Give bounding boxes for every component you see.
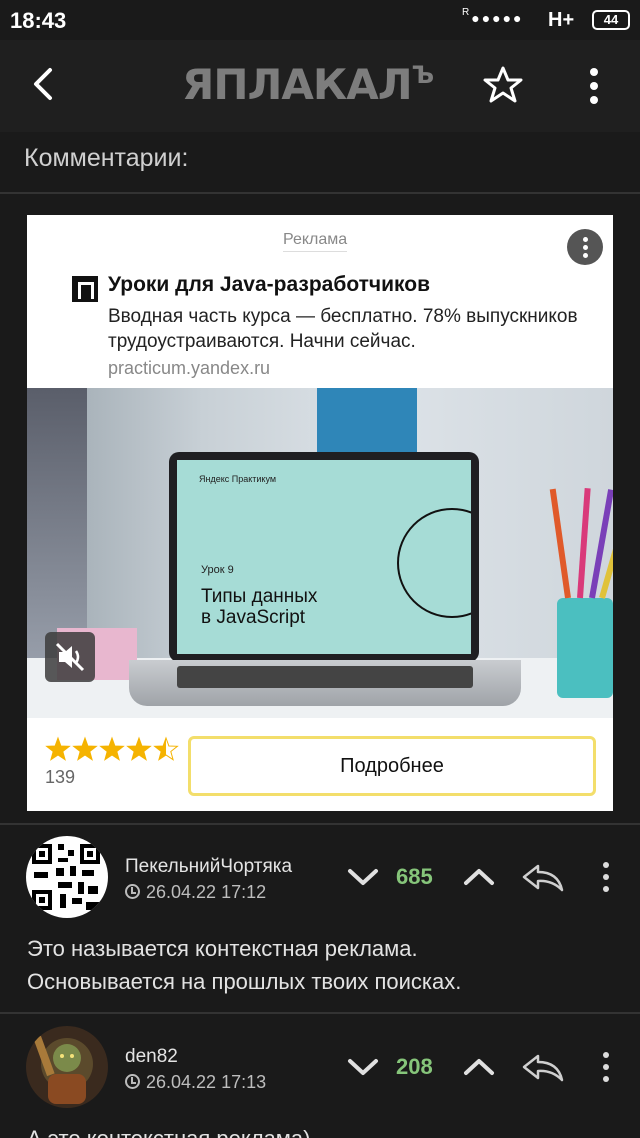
- reply-icon: [522, 864, 564, 892]
- reply-button[interactable]: [520, 860, 566, 894]
- divider: [0, 192, 640, 194]
- chevron-up-icon: [464, 869, 494, 885]
- battery-icon: 44: [592, 10, 630, 30]
- comment-text-line2: Основывается на прошлых твоих поисках.: [27, 969, 462, 994]
- divider: [0, 823, 640, 825]
- ad-block[interactable]: Реклама Уроки для Java-разработчиков Вво…: [27, 215, 613, 811]
- status-bar: 18:43 R●●●●● H+ 44: [0, 0, 640, 40]
- roaming-indicator: R: [462, 7, 472, 18]
- comment-username[interactable]: den82: [125, 1046, 178, 1068]
- app-header: ЯПЛАКАЛЪ: [0, 40, 640, 132]
- comment-text-line1: Это называется контекстная реклама.: [27, 936, 418, 961]
- pencil-cup: [557, 598, 613, 698]
- logo-suffix: Ъ: [411, 61, 435, 89]
- comment-text: А это контекстная реклама): [27, 1122, 617, 1138]
- ad-video[interactable]: Яндекс Практикум Урок 9 Типы данных в Jav…: [27, 388, 613, 718]
- more-vertical-icon: [603, 1052, 609, 1082]
- ad-options-button[interactable]: [567, 229, 603, 265]
- screen-arc: [397, 508, 471, 618]
- status-time: 18:43: [10, 8, 67, 33]
- character-avatar: [26, 1026, 108, 1108]
- screen-lesson: Урок 9: [201, 564, 234, 576]
- overflow-menu-button[interactable]: [578, 64, 610, 108]
- comment-score: 208: [396, 1054, 433, 1079]
- clock-icon: [125, 884, 140, 899]
- avatar[interactable]: [26, 836, 108, 918]
- vote-down-button[interactable]: [344, 862, 382, 892]
- reply-button[interactable]: [520, 1050, 566, 1084]
- chevron-down-icon: [348, 1059, 378, 1075]
- reply-icon: [522, 1054, 564, 1082]
- vote-up-button[interactable]: [460, 862, 498, 892]
- ad-description: Вводная часть курса — бесплатно. 78% вып…: [108, 306, 578, 352]
- ad-url[interactable]: practicum.yandex.ru: [108, 358, 270, 379]
- screen-topic-line1: Типы данных: [201, 586, 318, 607]
- screen-topic: Типы данных в JavaScript: [201, 586, 317, 628]
- comment-date: 26.04.22 17:12: [125, 882, 266, 903]
- pencil: [577, 488, 591, 599]
- more-vertical-icon: [590, 68, 598, 104]
- rating-stars: [45, 736, 179, 761]
- star-icon: [72, 736, 98, 761]
- ad-label: Реклама: [283, 231, 348, 252]
- laptop-screen: Яндекс Практикум Урок 9 Типы данных в Jav…: [169, 452, 479, 662]
- network-type: H+: [548, 9, 575, 31]
- comment-menu-button[interactable]: [598, 860, 614, 894]
- volume-mute-icon: [55, 642, 85, 672]
- comment-username[interactable]: ПекельнийЧортяка: [125, 856, 292, 878]
- dot: [583, 245, 588, 250]
- laptop-display: Яндекс Практикум Урок 9 Типы данных в Jav…: [177, 460, 471, 654]
- chevron-up-icon: [464, 1059, 494, 1075]
- clock-icon: [125, 1074, 140, 1089]
- dot: [583, 253, 588, 258]
- screen-brand: Яндекс Практикум: [199, 474, 277, 484]
- star-icon: [483, 66, 523, 103]
- star-icon: [126, 736, 152, 761]
- screen-topic-line2: в JavaScript: [201, 607, 306, 628]
- site-logo[interactable]: ЯПЛАКАЛЪ: [182, 60, 435, 109]
- star-icon: [45, 736, 71, 761]
- more-vertical-icon: [603, 862, 609, 892]
- logo-text: ЯПЛАКАЛ: [182, 60, 413, 109]
- mute-button[interactable]: [45, 632, 95, 682]
- comment-date: 26.04.22 17:13: [125, 1072, 266, 1093]
- comment-date-text: 26.04.22 17:13: [146, 1072, 267, 1092]
- practicum-logo-icon: [72, 276, 98, 302]
- comment-text: Это называется контекстная реклама. Основ…: [27, 932, 617, 998]
- comment-score: 685: [396, 864, 433, 889]
- signal-dots: ●●●●●: [471, 10, 524, 26]
- rating-count: 139: [45, 767, 76, 787]
- avatar[interactable]: [26, 1026, 108, 1108]
- comment-date-text: 26.04.22 17:12: [146, 882, 267, 902]
- back-button[interactable]: [22, 62, 66, 106]
- pencil: [549, 488, 571, 599]
- favorite-button[interactable]: [482, 64, 524, 106]
- ad-title[interactable]: Уроки для Java-разработчиков: [108, 273, 430, 297]
- vote-up-button[interactable]: [460, 1052, 498, 1082]
- learn-more-button[interactable]: Подробнее: [188, 736, 596, 796]
- divider: [0, 1012, 640, 1014]
- qr-code-avatar: [26, 836, 108, 918]
- laptop-base: [129, 660, 521, 706]
- chevron-down-icon: [348, 869, 378, 885]
- dot: [583, 237, 588, 242]
- star-icon: [153, 736, 179, 761]
- signal-indicator: R●●●●●: [462, 7, 524, 26]
- laptop-keyboard: [177, 666, 473, 688]
- comment-menu-button[interactable]: [598, 1050, 614, 1084]
- star-icon: [99, 736, 125, 761]
- vote-down-button[interactable]: [344, 1052, 382, 1082]
- back-arrow-icon: [34, 68, 52, 100]
- comments-heading: Комментарии:: [24, 144, 189, 172]
